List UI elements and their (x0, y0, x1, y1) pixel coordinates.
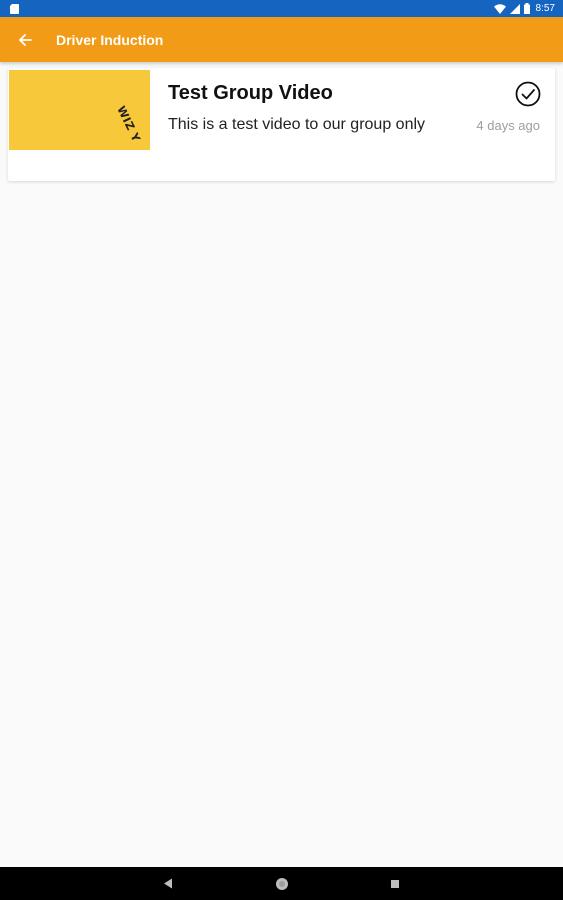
status-bar: 8:57 (0, 0, 563, 17)
video-time-ago: 4 days ago (476, 118, 540, 133)
status-right: 8:57 (493, 3, 555, 14)
nav-recents-button[interactable] (375, 867, 415, 900)
nav-home-button[interactable] (262, 867, 302, 900)
app-bar: Driver Induction (0, 17, 563, 62)
sd-card-icon (10, 3, 19, 14)
thumbnail-text: WIZ Y (114, 104, 143, 145)
signal-icon (509, 3, 520, 14)
system-nav-bar (0, 867, 563, 900)
page-title: Driver Induction (56, 31, 164, 48)
nav-home-icon (276, 877, 288, 890)
check-circle-icon (515, 81, 541, 107)
video-card[interactable]: WIZ Y Test Group Video This is a test vi… (8, 68, 555, 181)
arrow-back-icon (19, 33, 32, 46)
video-thumbnail[interactable]: WIZ Y (9, 70, 150, 150)
nav-recents-icon (391, 879, 399, 888)
status-left (10, 3, 19, 14)
video-title: Test Group Video (168, 82, 333, 104)
nav-back-button[interactable] (148, 867, 188, 900)
wifi-icon (493, 3, 506, 14)
nav-back-icon (164, 878, 172, 889)
back-button[interactable] (0, 17, 50, 62)
battery-icon (523, 3, 530, 14)
video-description: This is a test video to our group only (168, 116, 426, 133)
status-time: 8:57 (535, 3, 555, 14)
